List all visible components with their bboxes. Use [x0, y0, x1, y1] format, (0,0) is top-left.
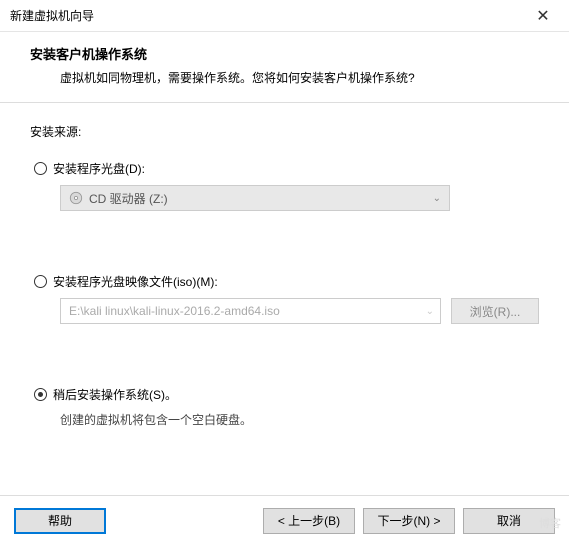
radio-iso-file[interactable]: [34, 275, 47, 288]
option-iso-file: 安装程序光盘映像文件(iso)(M): E:\kali linux\kali-l…: [34, 273, 539, 324]
chevron-down-icon: ⌄: [426, 306, 434, 317]
iso-path-text: E:\kali linux\kali-linux-2016.2-amd64.is…: [69, 304, 280, 318]
window-title: 新建虚拟机向导: [10, 7, 523, 24]
radio-label-disc: 安装程序光盘(D):: [53, 160, 145, 177]
next-button[interactable]: 下一步(N) >: [363, 508, 455, 534]
option-install-later: 稍后安装操作系统(S)。 创建的虚拟机将包含一个空白硬盘。: [34, 386, 539, 428]
cancel-button[interactable]: 取消: [463, 508, 555, 534]
option-installer-disc: 安装程序光盘(D): CD 驱动器 (Z:) ⌄: [34, 160, 539, 211]
close-button[interactable]: ✕: [523, 2, 563, 30]
browse-button[interactable]: 浏览(R)...: [451, 298, 539, 324]
radio-label-iso: 安装程序光盘映像文件(iso)(M):: [53, 273, 218, 290]
close-icon: ✕: [536, 6, 549, 26]
back-button[interactable]: < 上一步(B): [263, 508, 355, 534]
cd-drive-label: CD 驱动器 (Z:): [89, 190, 168, 207]
header-title: 安装客户机操作系统: [30, 44, 529, 63]
radio-label-later: 稍后安装操作系统(S)。: [53, 386, 177, 403]
header-description: 虚拟机如同物理机，需要操作系统。您将如何安装客户机操作系统?: [30, 69, 529, 86]
chevron-down-icon: ⌄: [433, 193, 441, 204]
cd-icon: [69, 191, 83, 205]
wizard-header: 安装客户机操作系统 虚拟机如同物理机，需要操作系统。您将如何安装客户机操作系统?: [0, 32, 569, 103]
cd-drive-dropdown[interactable]: CD 驱动器 (Z:) ⌄: [60, 185, 450, 211]
install-later-description: 创建的虚拟机将包含一个空白硬盘。: [60, 411, 539, 428]
radio-install-later[interactable]: [34, 388, 47, 401]
wizard-footer: 帮助 < 上一步(B) 下一步(N) > 取消: [0, 495, 569, 545]
wizard-content: 安装来源: 安装程序光盘(D): CD 驱动器 (Z:) ⌄ 安装程序光盘映像文…: [0, 103, 569, 495]
iso-path-field[interactable]: E:\kali linux\kali-linux-2016.2-amd64.is…: [60, 298, 441, 324]
radio-installer-disc[interactable]: [34, 162, 47, 175]
titlebar: 新建虚拟机向导 ✕: [0, 0, 569, 32]
install-source-label: 安装来源:: [30, 123, 539, 140]
help-button[interactable]: 帮助: [14, 508, 106, 534]
